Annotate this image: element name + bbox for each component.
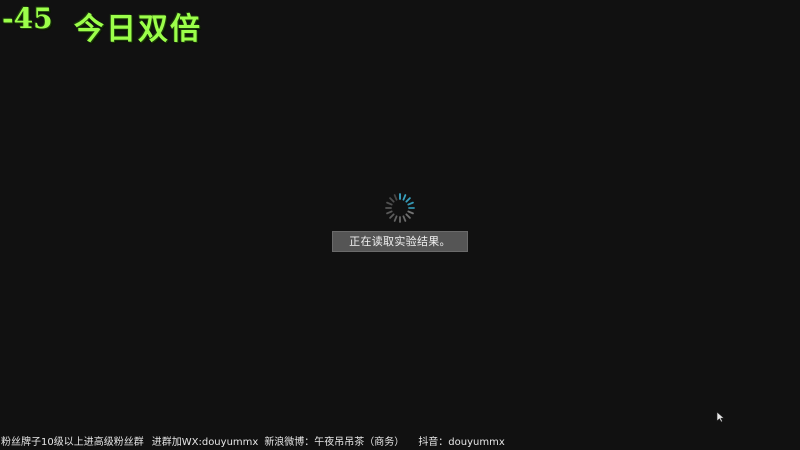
- stream-info-bar: 粉丝牌子10级以上进高级粉丝群 进群加WX:douyummx 新浪微博：午夜吊吊茶（…: [0, 436, 800, 450]
- spinner-tick: [393, 215, 398, 222]
- spinner-tick: [389, 197, 395, 203]
- douyin-text: 抖音：douyummx: [418, 437, 505, 448]
- spinner-tick: [402, 215, 407, 222]
- loading-spinner-icon: [385, 193, 415, 223]
- spinner-tick: [393, 194, 398, 201]
- spinner-tick: [405, 197, 411, 203]
- loading-message: 正在读取实验结果。: [349, 235, 451, 248]
- double-today-title: 今日双倍: [74, 12, 202, 47]
- score-counter: -45: [2, 2, 53, 35]
- fan-group-text: 粉丝牌子10级以上进高级粉丝群: [1, 437, 144, 448]
- loading-message-box: 正在读取实验结果。: [332, 231, 468, 252]
- spinner-tick: [402, 194, 407, 201]
- spinner-tick: [386, 201, 393, 206]
- spinner-tick: [407, 210, 414, 215]
- spinner-tick: [386, 210, 393, 215]
- spinner-tick: [405, 213, 411, 219]
- spinner-tick: [407, 201, 414, 206]
- spinner-tick: [389, 213, 395, 219]
- mouse-pointer-icon: [716, 411, 725, 423]
- weibo-text: 新浪微博：午夜吊吊茶（商务）: [264, 437, 405, 448]
- wechat-text: 进群加WX:douyummx: [151, 437, 259, 448]
